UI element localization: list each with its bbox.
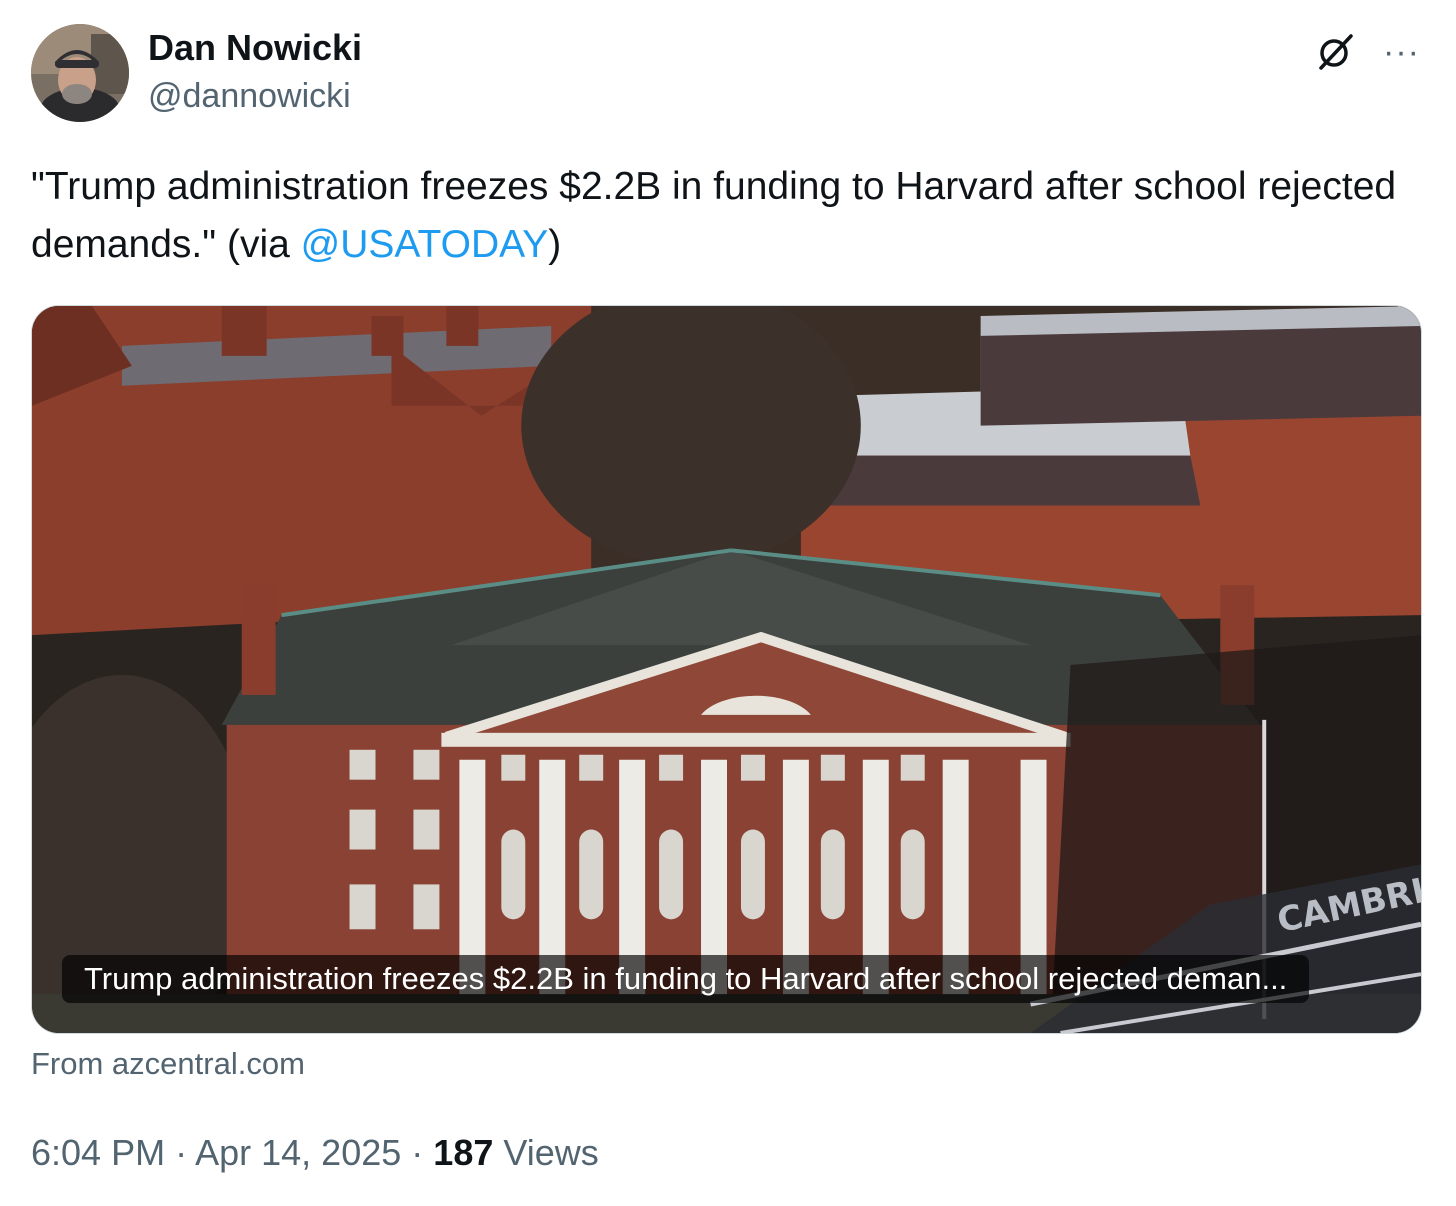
- avatar-image: [31, 24, 129, 122]
- author-display-name[interactable]: Dan Nowicki: [148, 26, 362, 70]
- tweet-meta: 6:04 PM · Apr 14, 2025 · 187 Views: [31, 1130, 599, 1176]
- tweet-time[interactable]: 6:04 PM: [31, 1132, 165, 1173]
- meta-separator: ·: [411, 1132, 424, 1173]
- link-card[interactable]: CAMBRIDGE Trump administration freezes $…: [31, 305, 1422, 1034]
- tweet-text: "Trump administration freezes $2.2B in f…: [31, 158, 1421, 274]
- card-caption: Trump administration freezes $2.2B in fu…: [62, 955, 1310, 1003]
- tweet-text-end: ): [548, 223, 562, 266]
- more-icon[interactable]: ···: [1383, 35, 1420, 69]
- grok-icon[interactable]: [1313, 30, 1357, 74]
- views-count: 187: [433, 1132, 494, 1173]
- mention-link[interactable]: @USATODAY: [301, 223, 549, 266]
- tweet-text-body: "Trump administration freezes $2.2B in f…: [31, 165, 1397, 266]
- views-label: Views: [503, 1132, 599, 1173]
- meta-separator: ·: [175, 1132, 188, 1173]
- tweet-actions-top: ···: [1313, 30, 1420, 74]
- author-avatar[interactable]: [31, 24, 129, 122]
- card-source-link[interactable]: From azcentral.com: [31, 1044, 305, 1084]
- card-image: CAMBRIDGE: [32, 306, 1421, 1033]
- author-block: Dan Nowicki @dannowicki: [148, 26, 362, 118]
- tweet-date[interactable]: Apr 14, 2025: [195, 1132, 401, 1173]
- author-handle[interactable]: @dannowicki: [148, 74, 362, 118]
